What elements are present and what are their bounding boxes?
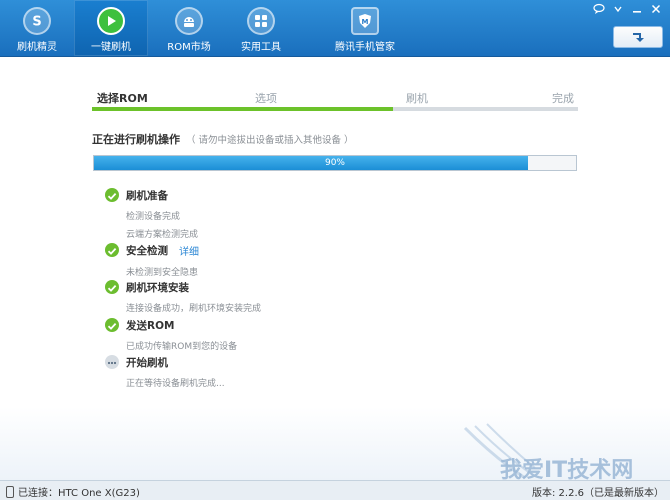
step-progress-track (92, 107, 578, 111)
operation-hint: （ 请勿中途拔出设备或插入其他设备 ） (186, 135, 354, 146)
play-icon (97, 7, 125, 35)
update-button[interactable] (613, 26, 663, 48)
svg-text:M: M (362, 18, 369, 26)
arrow-update-icon (631, 28, 645, 47)
task-title: 安全检测 (126, 245, 168, 257)
window-controls (590, 3, 664, 17)
phone-icon (6, 485, 14, 498)
tab-one-click-flash[interactable]: 一键刷机 (74, 0, 148, 56)
task-detail: 连接设备成功，刷机环境安装完成 (126, 304, 262, 314)
version-text: 版本: 2.2.6（已是最新版本） (532, 488, 664, 499)
tab-label: ROM市场 (167, 42, 211, 53)
connection-status: 已连接：HTC One X(G23) (6, 484, 140, 499)
task-title: 开始刷机 (126, 357, 168, 369)
tab-tools[interactable]: 实用工具 (228, 0, 294, 56)
close-icon[interactable] (647, 3, 664, 17)
main-content: 选择ROM 选项 刷机 完成 正在进行刷机操作 （ 请勿中途拔出设备或插入其他设备… (0, 57, 670, 407)
details-link[interactable]: 详细 (179, 243, 199, 258)
task-title: 刷机环境安装 (126, 282, 189, 294)
tab-shuaji-jingling[interactable]: S 刷机精灵 (4, 0, 70, 56)
menu-icon[interactable] (609, 3, 626, 17)
tab-tencent-manager[interactable]: M 腾讯手机管家 (330, 0, 400, 56)
operation-header: 正在进行刷机操作 （ 请勿中途拔出设备或插入其他设备 ） (92, 131, 354, 147)
shuaji-logo-icon: S (23, 7, 51, 35)
tab-label: 实用工具 (241, 42, 281, 53)
task-title: 发送ROM (126, 320, 175, 332)
step-select-rom: 选择ROM (97, 92, 148, 105)
task-detail: 正在等待设备刷机完成... (126, 379, 225, 389)
pending-dots-icon (105, 355, 119, 369)
tab-label: 刷机精灵 (17, 42, 57, 53)
task-title: 刷机准备 (126, 190, 168, 202)
shield-m-icon: M (351, 7, 379, 35)
tab-label: 腾讯手机管家 (335, 42, 395, 53)
flash-progress-bar: 90% (93, 155, 577, 171)
task-detail: 已成功传输ROM到您的设备 (126, 342, 238, 352)
step-done: 完成 (552, 92, 574, 105)
task-detail: 云端方案检测完成 (126, 230, 199, 240)
check-icon (105, 318, 119, 332)
top-toolbar: S 刷机精灵 一键刷机 ROM市场 实用工具 M 腾讯手机管家 (0, 0, 670, 57)
check-icon (105, 188, 119, 202)
tab-rom-market[interactable]: ROM市场 (156, 0, 222, 56)
minimize-icon[interactable] (628, 3, 645, 17)
task-detail: 检测设备完成 (126, 212, 181, 222)
grid-icon (247, 7, 275, 35)
step-options: 选项 (255, 92, 277, 105)
status-bar: 已连接：HTC One X(G23) 版本: 2.2.6（已是最新版本） (0, 480, 670, 500)
operation-title: 正在进行刷机操作 (92, 133, 180, 146)
check-icon (105, 243, 119, 257)
step-flash: 刷机 (406, 92, 428, 105)
connection-text: 已连接：HTC One X(G23) (18, 488, 140, 499)
tab-label: 一键刷机 (91, 42, 131, 53)
android-icon (175, 7, 203, 35)
feedback-icon[interactable] (590, 3, 607, 17)
check-icon (105, 280, 119, 294)
svg-text:S: S (32, 15, 41, 30)
task-detail: 未检测到安全隐患 (126, 268, 199, 278)
progress-text: 90% (324, 158, 345, 168)
step-progress-fill (92, 107, 394, 111)
